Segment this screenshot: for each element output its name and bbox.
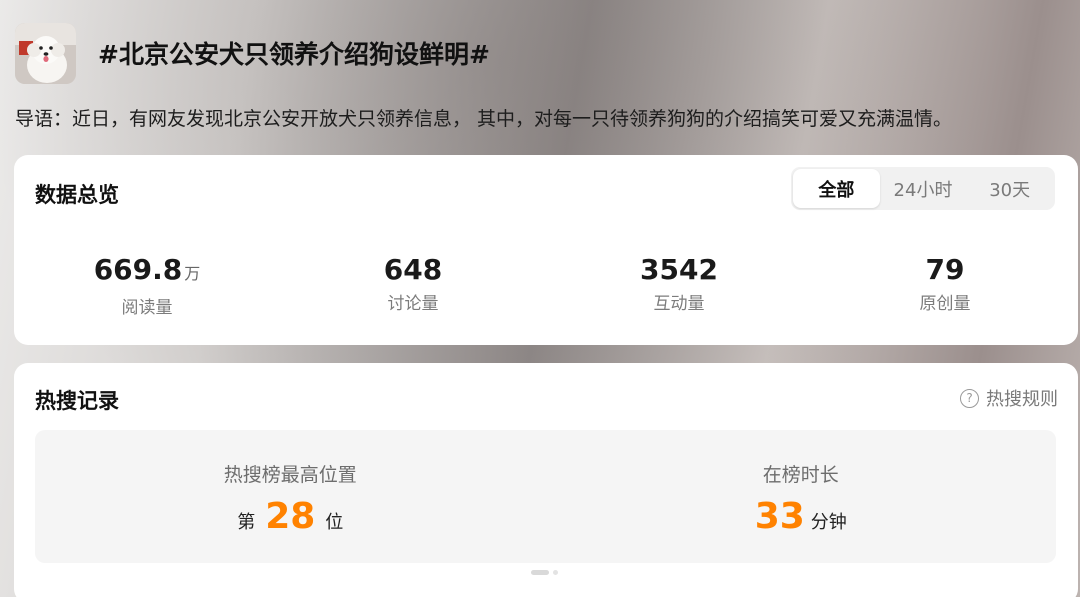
stat-originals-label: 原创量 bbox=[919, 294, 971, 314]
hot-search-title: 热搜记录 bbox=[35, 389, 119, 413]
peak-position-value: 28 bbox=[265, 496, 316, 537]
stats-row: 669.8 万 阅读量 648 讨论量 3542 互动量 79 原创量 bbox=[14, 253, 1078, 318]
topic-header: #北京公安犬只领养介绍狗设鲜明# bbox=[15, 22, 1065, 84]
topic-avatar[interactable] bbox=[15, 22, 76, 84]
on-list-duration-value-row: 33 分钟 bbox=[546, 497, 1057, 537]
tab-30d[interactable]: 30天 bbox=[966, 169, 1053, 208]
page-indicator-active-dot bbox=[531, 570, 549, 575]
stat-interactions-label: 互动量 bbox=[653, 294, 705, 314]
overview-card: 数据总览 全部 24小时 30天 669.8 万 阅读量 648 讨论量 3542… bbox=[14, 155, 1078, 345]
hot-search-card: 热搜记录 ? 热搜规则 热搜榜最高位置 第 28 位 在榜时长 33 分钟 bbox=[14, 363, 1078, 597]
page-indicator-dot bbox=[553, 570, 558, 575]
stat-reads-label: 阅读量 bbox=[121, 298, 173, 318]
hot-search-rules-label: 热搜规则 bbox=[986, 389, 1058, 410]
page-indicator bbox=[531, 570, 558, 575]
on-list-duration-suffix: 分钟 bbox=[810, 512, 847, 533]
on-list-duration: 在榜时长 33 分钟 bbox=[546, 430, 1057, 563]
on-list-duration-value: 33 bbox=[754, 496, 805, 537]
dog-photo-icon bbox=[15, 22, 76, 84]
question-circle-icon: ? bbox=[960, 388, 979, 408]
stat-interactions-value: 3542 bbox=[640, 253, 718, 286]
peak-position-prefix: 第 bbox=[237, 512, 256, 533]
stat-interactions: 3542 互动量 bbox=[546, 253, 812, 318]
stat-reads-unit: 万 bbox=[184, 264, 201, 283]
tab-all[interactable]: 全部 bbox=[793, 169, 880, 208]
time-range-selector: 全部 24小时 30天 bbox=[791, 167, 1055, 210]
hot-search-stats: 热搜榜最高位置 第 28 位 在榜时长 33 分钟 bbox=[35, 430, 1056, 563]
peak-position-value-row: 第 28 位 bbox=[35, 497, 546, 537]
hot-search-rules-link[interactable]: ? 热搜规则 bbox=[960, 385, 1058, 411]
peak-position-suffix: 位 bbox=[325, 512, 344, 533]
on-list-duration-label: 在榜时长 bbox=[762, 464, 839, 486]
stat-discussions: 648 讨论量 bbox=[280, 253, 546, 318]
tab-24h[interactable]: 24小时 bbox=[880, 169, 967, 208]
stat-reads-number: 669.8 bbox=[93, 253, 183, 286]
topic-intro: 导语：近日，有网友发现北京公安开放犬只领养信息， 其中，对每一只待领养狗狗的介绍… bbox=[15, 108, 953, 130]
stat-discussions-label: 讨论量 bbox=[387, 294, 439, 314]
peak-position: 热搜榜最高位置 第 28 位 bbox=[35, 430, 546, 563]
stat-reads-value: 669.8 万 bbox=[14, 253, 280, 291]
stat-originals: 79 原创量 bbox=[812, 253, 1078, 318]
stat-originals-value: 79 bbox=[925, 253, 965, 286]
stat-reads: 669.8 万 阅读量 bbox=[14, 253, 280, 318]
peak-position-label: 热搜榜最高位置 bbox=[223, 464, 357, 486]
topic-title: #北京公安犬只领养介绍狗设鲜明# bbox=[98, 40, 490, 69]
stat-discussions-value: 648 bbox=[383, 253, 443, 286]
overview-title: 数据总览 bbox=[35, 183, 119, 207]
